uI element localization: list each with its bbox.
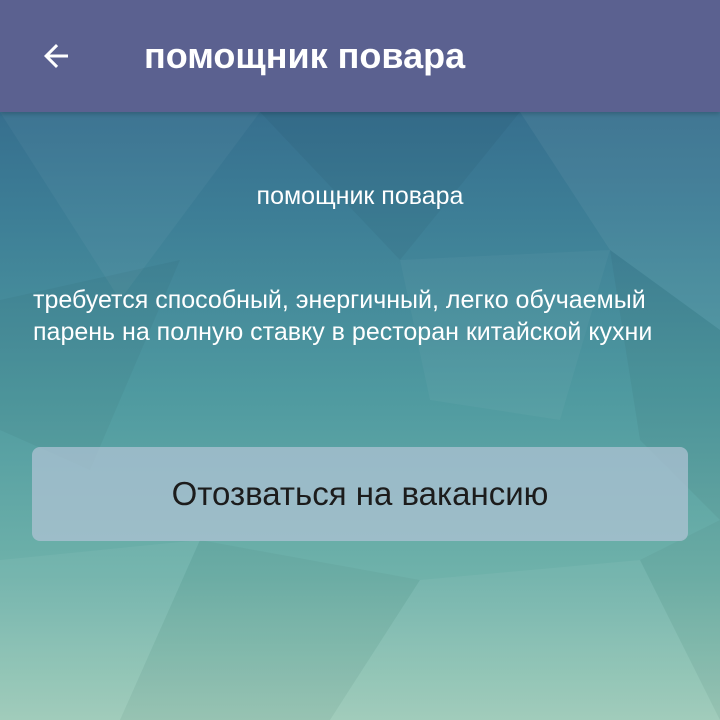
apply-button[interactable]: Отозваться на вакансию: [32, 447, 688, 541]
vacancy-title: помощник повара: [256, 182, 464, 210]
back-button[interactable]: [22, 22, 90, 90]
arrow-left-icon: [44, 44, 68, 68]
app-bar-title: помощник повара: [144, 35, 466, 76]
app-bar: помощник повара: [0, 0, 720, 112]
vacancy-description: требуется способный, энергичный, легко о…: [33, 286, 653, 346]
